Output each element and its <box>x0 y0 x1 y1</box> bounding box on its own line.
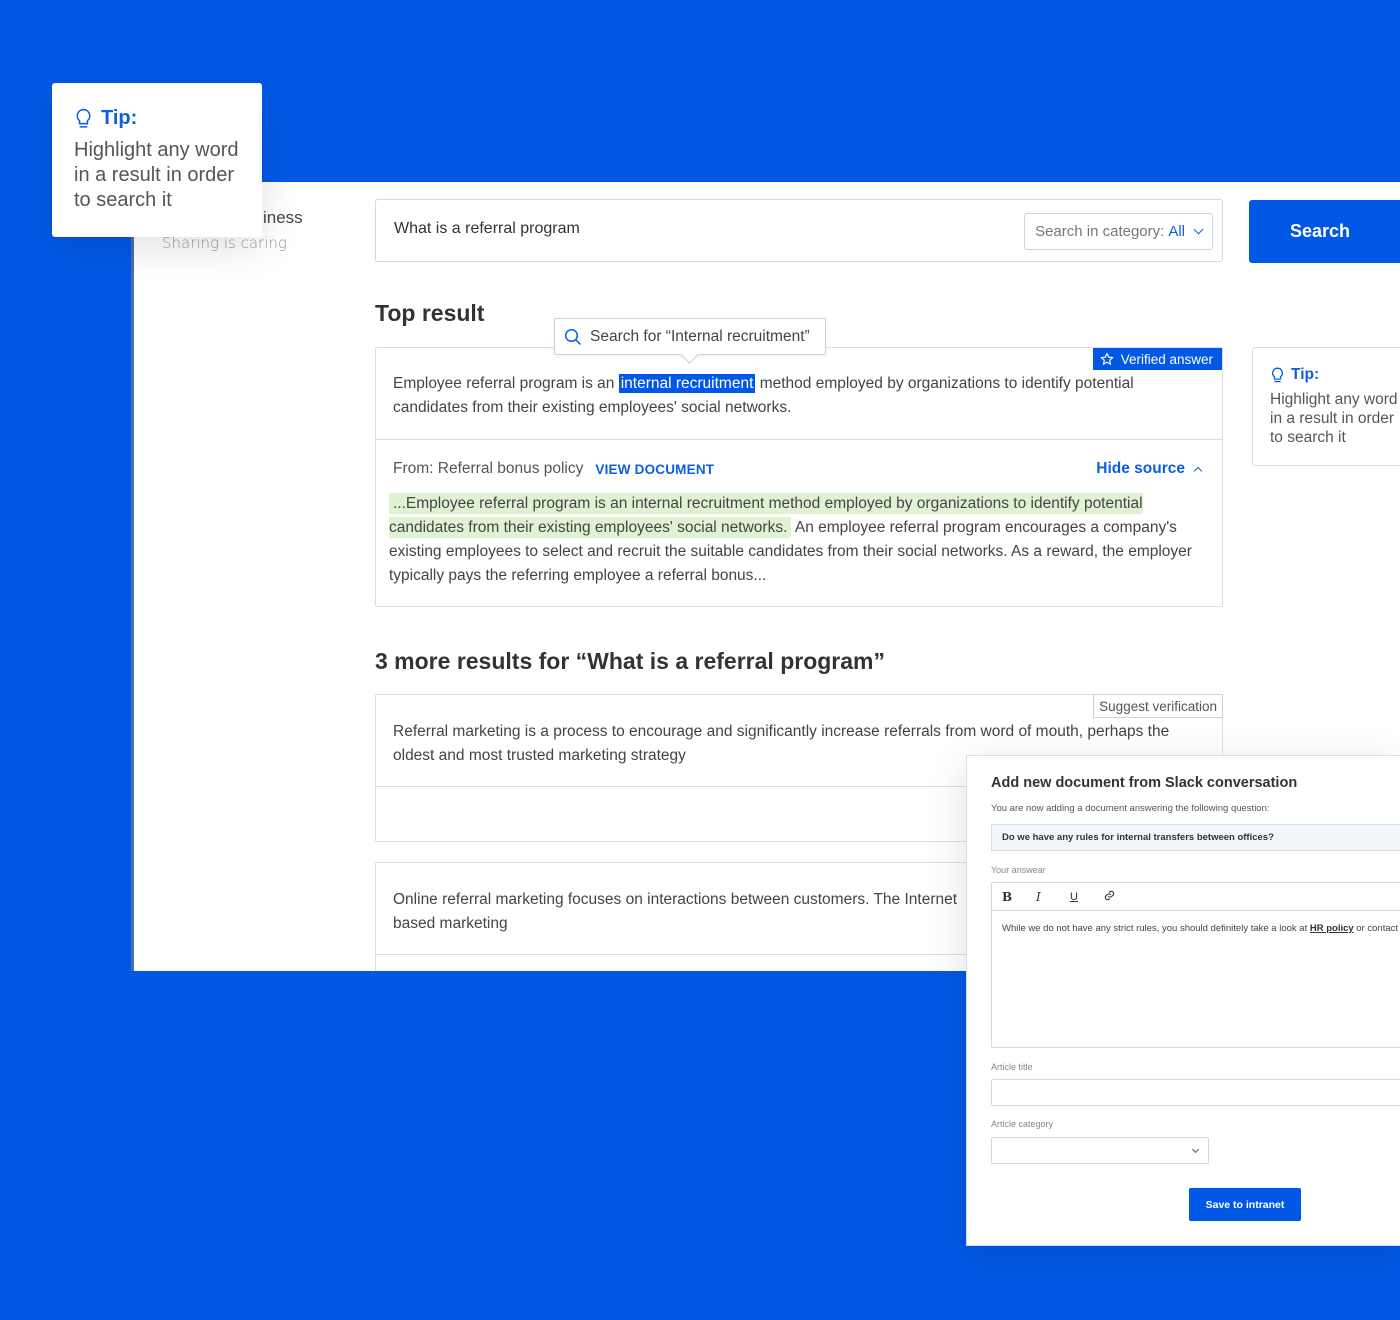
slack-document-panel: Add new document from Slack conversation… <box>966 755 1400 1246</box>
category-select[interactable]: Search in category: All <box>1024 213 1213 250</box>
view-document-link[interactable]: VIEW DOCUMENT <box>595 462 714 477</box>
save-to-intranet-button[interactable]: Save to intranet <box>1189 1188 1301 1221</box>
answer-text-start: Employee referral program is an <box>393 375 619 392</box>
italic-button[interactable]: I <box>1036 890 1070 904</box>
tip-card-floating: Tip: Highlight any word in a result in o… <box>52 83 262 237</box>
more-results-heading: 3 more results for “What is a referral p… <box>375 648 885 674</box>
panel-title: Add new document from Slack conversation <box>991 775 1298 791</box>
lightbulb-icon <box>76 108 91 128</box>
hide-source-toggle[interactable]: Hide source <box>1096 460 1205 478</box>
tip-heading: Tip: <box>1291 366 1320 383</box>
article-category-select[interactable] <box>991 1137 1209 1164</box>
top-result-answer[interactable]: Employee referral program is an internal… <box>393 372 1206 420</box>
editor-toolbar: B I U <box>992 883 1400 911</box>
brand-name: iness <box>263 208 303 227</box>
chevron-down-icon <box>1193 224 1204 235</box>
category-value: All <box>1168 223 1185 240</box>
hide-source-label: Hide source <box>1096 460 1185 477</box>
article-title-label: Article title <box>991 1062 1033 1072</box>
panel-subtitle: You are now adding a document answering … <box>991 803 1270 814</box>
star-icon <box>1100 352 1113 365</box>
verified-badge: Verified answer <box>1092 348 1222 370</box>
answer-text[interactable]: While we do not have any strict rules, y… <box>992 911 1400 946</box>
tip-body: Highlight any word in a result in order … <box>1270 391 1398 446</box>
category-label: Search in category: <box>1035 223 1165 240</box>
search-button[interactable]: Search <box>1249 200 1400 263</box>
tip-card: Tip: Highlight any word in a result in o… <box>1252 347 1400 466</box>
source-excerpt: ...Employee referral program is an inter… <box>389 492 1206 588</box>
chevron-down-icon <box>1191 1145 1200 1154</box>
bold-button[interactable]: B <box>1002 890 1036 904</box>
search-icon <box>564 328 581 345</box>
suggest-verification-button[interactable]: Suggest verification <box>1093 694 1223 718</box>
answer-editor[interactable]: B I U While we do not have any strict ru… <box>991 882 1400 1048</box>
search-bar: Search in category: All <box>375 199 1223 262</box>
highlighted-word[interactable]: internal recruitment <box>618 374 756 393</box>
top-result-card: Verified answer Employee referral progra… <box>375 347 1223 607</box>
top-result-heading: Top result <box>375 300 485 326</box>
article-title-input[interactable] <box>991 1079 1400 1106</box>
lightbulb-icon <box>1272 367 1283 382</box>
link-button[interactable] <box>1104 890 1138 904</box>
search-selection-tooltip[interactable]: Search for “Internal recruitment” <box>554 318 826 355</box>
answer-text-end: or contact H <box>1356 923 1400 934</box>
tip-heading: Tip: <box>101 107 138 129</box>
source-label: From: Referral bonus policy <box>393 460 584 477</box>
underline-button[interactable]: U <box>1070 891 1104 903</box>
search-input[interactable] <box>394 220 994 238</box>
verified-badge-label: Verified answer <box>1120 351 1213 367</box>
link-icon <box>1104 890 1115 900</box>
question-box: Do we have any rules for internal transf… <box>991 824 1400 851</box>
result-text[interactable]: Online referral marketing focuses on int… <box>393 888 983 936</box>
article-category-label: Article category <box>991 1119 1054 1129</box>
tooltip-text: Search for “Internal recruitment” <box>590 327 810 345</box>
hr-policy-link[interactable]: HR policy <box>1310 923 1354 934</box>
chevron-up-icon <box>1193 466 1203 476</box>
answer-label: Your answear <box>991 865 1046 875</box>
answer-text-start: While we do not have any strict rules, y… <box>1002 923 1310 934</box>
tip-body: Highlight any word in a result in order … <box>74 139 239 211</box>
